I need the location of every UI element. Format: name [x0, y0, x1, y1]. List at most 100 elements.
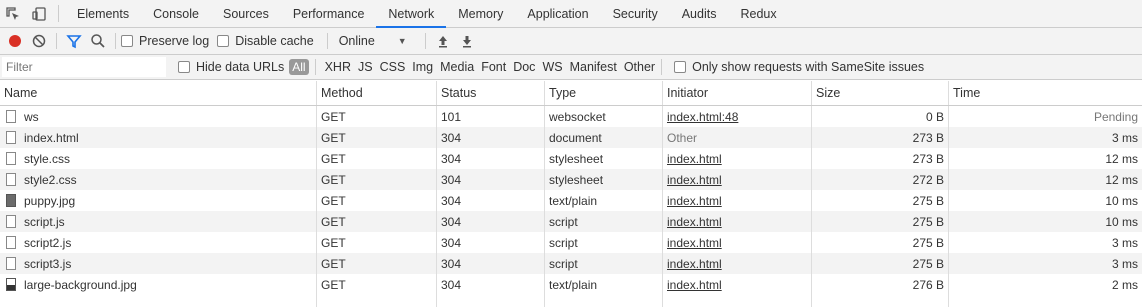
request-method: GET [317, 106, 437, 127]
empty-cell [663, 295, 812, 307]
request-type: text/plain [545, 190, 663, 211]
request-name: puppy.jpg [24, 193, 76, 208]
table-row[interactable]: script3.js GET 304 script index.html 275 B 3 m… [0, 253, 1142, 274]
filter-type-all[interactable]: All [289, 59, 309, 75]
column-header-name[interactable]: Name [0, 81, 317, 105]
filter-type-font[interactable]: Font [481, 60, 506, 74]
tab-console[interactable]: Console [141, 0, 211, 27]
request-time: 10 ms [1105, 193, 1138, 208]
tab-memory[interactable]: Memory [446, 0, 515, 27]
initiator-link[interactable]: index.html [667, 152, 722, 166]
request-name-cell[interactable]: ws [0, 106, 317, 127]
tab-redux[interactable]: Redux [728, 0, 788, 27]
filter-type-ws[interactable]: WS [542, 60, 562, 74]
checkbox-box[interactable] [121, 35, 133, 47]
filter-type-img[interactable]: Img [412, 60, 433, 74]
tab-divider [58, 5, 59, 22]
filter-type-manifest[interactable]: Manifest [570, 60, 617, 74]
request-time: 3 ms [1111, 130, 1138, 145]
search-icon[interactable] [86, 29, 110, 53]
checkbox-box[interactable] [674, 61, 687, 73]
request-name-cell[interactable]: large-background.jpg [0, 274, 317, 295]
column-header-initiator[interactable]: Initiator [663, 81, 812, 105]
filter-icon[interactable] [62, 29, 86, 53]
filter-input[interactable] [2, 57, 166, 77]
filter-type-media[interactable]: Media [440, 60, 474, 74]
initiator-link[interactable]: index.html [667, 173, 722, 187]
record-icon[interactable] [3, 29, 27, 53]
request-name-cell[interactable]: script.js [0, 211, 317, 232]
filter-type-doc[interactable]: Doc [513, 60, 535, 74]
network-toolbar: Preserve log Disable cache Online ▼ [0, 28, 1142, 55]
samesite-label: Only show requests with SameSite issues [692, 60, 925, 74]
tab-elements[interactable]: Elements [65, 0, 141, 27]
table-row[interactable]: style.css GET 304 stylesheet index.html 273 B… [0, 148, 1142, 169]
initiator-link[interactable]: index.html [667, 236, 722, 250]
document-icon [6, 110, 16, 123]
request-status: 304 [437, 127, 545, 148]
table-row[interactable]: ws GET 101 websocket index.html:48 0 B Pending [0, 106, 1142, 127]
column-header-time[interactable]: Time [949, 81, 1142, 105]
initiator-link[interactable]: index.html [667, 194, 722, 208]
checkbox-box[interactable] [178, 61, 190, 73]
import-har-icon[interactable] [431, 29, 455, 53]
disable-cache-label: Disable cache [235, 34, 314, 48]
document-icon [6, 152, 16, 165]
initiator-link[interactable]: index.html:48 [667, 110, 738, 124]
request-status: 304 [437, 148, 545, 169]
tab-performance[interactable]: Performance [281, 0, 377, 27]
tab-sources[interactable]: Sources [211, 0, 281, 27]
empty-cell [812, 295, 949, 307]
request-time: 2 ms [1111, 277, 1138, 292]
initiator-link[interactable]: index.html [667, 257, 722, 271]
samesite-checkbox[interactable]: Only show requests with SameSite issues [674, 60, 924, 74]
filter-type-js[interactable]: JS [358, 60, 373, 74]
request-name-cell[interactable]: style.css [0, 148, 317, 169]
checkbox-box[interactable] [217, 35, 230, 47]
device-toolbar-icon[interactable] [26, 0, 52, 27]
request-type: script [545, 253, 663, 274]
filter-type-css[interactable]: CSS [380, 60, 406, 74]
table-row[interactable]: style2.css GET 304 stylesheet index.html 272 … [0, 169, 1142, 190]
request-method: GET [317, 127, 437, 148]
request-time: Pending [1093, 109, 1138, 124]
preserve-log-checkbox[interactable]: Preserve log [121, 34, 209, 48]
table-row[interactable]: index.html GET 304 document Other 273 B 3 ms [0, 127, 1142, 148]
clear-icon[interactable] [27, 29, 51, 53]
request-size: 275 B [812, 253, 949, 274]
request-name-cell[interactable]: index.html [0, 127, 317, 148]
request-name-cell[interactable]: style2.css [0, 169, 317, 190]
request-size: 0 B [812, 106, 949, 127]
initiator-link[interactable]: index.html [667, 215, 722, 229]
tab-security[interactable]: Security [601, 0, 670, 27]
column-header-size[interactable]: Size [812, 81, 949, 105]
request-name: style2.css [24, 172, 77, 187]
hide-data-urls-checkbox[interactable]: Hide data URLs [178, 60, 284, 74]
tab-network[interactable]: Network [376, 0, 447, 28]
initiator-text: Other [667, 130, 698, 145]
request-name-cell[interactable]: puppy.jpg [0, 190, 317, 211]
request-type: text/plain [545, 274, 663, 295]
filter-type-other[interactable]: Other [624, 60, 655, 74]
table-header: Name Method Status Type Initiator Size T… [0, 81, 1142, 106]
table-row[interactable]: large-background.jpg GET 304 text/plain inde… [0, 274, 1142, 295]
export-har-icon[interactable] [455, 29, 479, 53]
column-header-status[interactable]: Status [437, 81, 545, 105]
request-name-cell[interactable]: script2.js [0, 232, 317, 253]
tab-audits[interactable]: Audits [670, 0, 729, 27]
table-row[interactable]: script2.js GET 304 script index.html 275 B 3 m… [0, 232, 1142, 253]
throttling-select[interactable]: Online ▼ [333, 34, 413, 48]
tab-application[interactable]: Application [515, 0, 600, 27]
table-row[interactable]: puppy.jpg GET 304 text/plain index.html 275 B… [0, 190, 1142, 211]
column-header-method[interactable]: Method [317, 81, 437, 105]
inspect-element-icon[interactable] [0, 0, 26, 27]
table-row[interactable]: script.js GET 304 script index.html 275 B 10 m… [0, 211, 1142, 232]
request-size: 273 B [812, 127, 949, 148]
request-name-cell[interactable]: script3.js [0, 253, 317, 274]
filter-type-xhr[interactable]: XHR [325, 60, 351, 74]
disable-cache-checkbox[interactable]: Disable cache [217, 34, 314, 48]
column-header-type[interactable]: Type [545, 81, 663, 105]
chevron-down-icon: ▼ [397, 36, 407, 46]
initiator-link[interactable]: index.html [667, 278, 722, 292]
request-size: 275 B [812, 211, 949, 232]
